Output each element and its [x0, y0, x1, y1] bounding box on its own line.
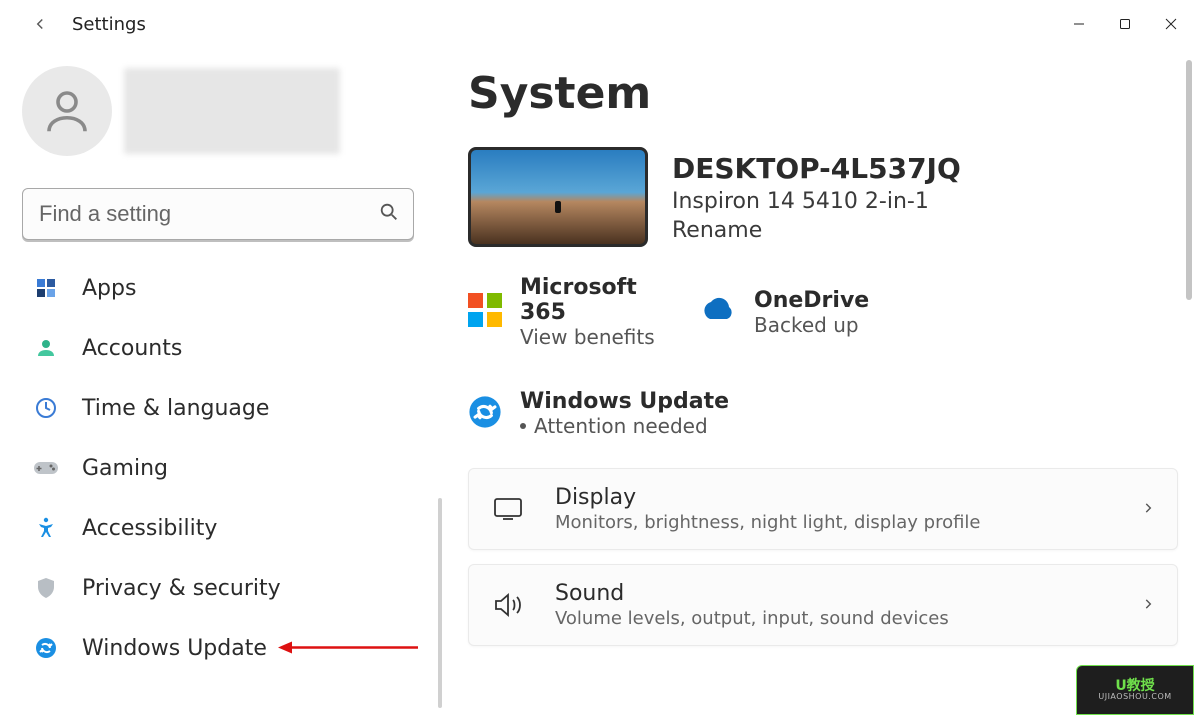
search-icon[interactable] — [378, 201, 400, 227]
sidebar-item-windows-update[interactable]: Windows Update — [22, 618, 432, 678]
sidebar-item-label: Apps — [82, 276, 136, 301]
clock-globe-icon — [32, 394, 60, 422]
sidebar-item-label: Accounts — [82, 336, 182, 361]
person-icon — [40, 84, 94, 138]
sidebar-item-accessibility[interactable]: Accessibility — [22, 498, 432, 558]
search-row — [22, 188, 414, 240]
attention-dot-icon — [520, 423, 526, 429]
rename-link[interactable]: Rename — [672, 218, 961, 243]
tile-onedrive[interactable]: OneDrive Backed up — [698, 275, 918, 349]
nav-list[interactable]: Apps Accounts Time & language Gaming — [22, 258, 442, 715]
tile-title: Microsoft 365 — [520, 275, 688, 325]
close-icon — [1165, 18, 1177, 30]
main-scrollbar[interactable] — [1186, 60, 1192, 300]
avatar — [22, 66, 112, 156]
gamepad-icon — [32, 454, 60, 482]
minimize-icon — [1073, 18, 1085, 30]
minimize-button[interactable] — [1056, 8, 1102, 40]
main-panel: System DESKTOP-4L537JQ Inspiron 14 5410 … — [450, 48, 1194, 715]
device-model: Inspiron 14 5410 2-in-1 — [672, 189, 961, 214]
maximize-button[interactable] — [1102, 8, 1148, 40]
tile-title: OneDrive — [754, 288, 869, 313]
page-title: System — [468, 68, 1178, 119]
chevron-right-icon — [1141, 500, 1155, 519]
settings-card-list: Display Monitors, brightness, night ligh… — [468, 468, 1178, 646]
sidebar: Apps Accounts Time & language Gaming — [0, 48, 450, 715]
tile-subtitle: Backed up — [754, 313, 869, 337]
tile-microsoft-365[interactable]: Microsoft 365 View benefits — [468, 275, 688, 349]
search-input[interactable] — [22, 188, 414, 240]
device-name: DESKTOP-4L537JQ — [672, 152, 961, 185]
sidebar-item-gaming[interactable]: Gaming — [22, 438, 432, 498]
accessibility-icon — [32, 514, 60, 542]
card-display[interactable]: Display Monitors, brightness, night ligh… — [468, 468, 1178, 550]
card-title: Sound — [555, 581, 949, 606]
back-button[interactable] — [20, 4, 60, 44]
tile-subtitle: Attention needed — [520, 414, 729, 438]
device-info: DESKTOP-4L537JQ Inspiron 14 5410 2-in-1 … — [672, 152, 961, 243]
cloud-icon — [698, 297, 736, 327]
device-row: DESKTOP-4L537JQ Inspiron 14 5410 2-in-1 … — [468, 147, 1178, 247]
microsoft-logo-icon — [468, 293, 502, 331]
display-icon — [491, 497, 525, 521]
titlebar: Settings — [0, 0, 1194, 48]
sidebar-scrollbar[interactable] — [438, 498, 442, 708]
update-icon — [32, 634, 60, 662]
accounts-icon — [32, 334, 60, 362]
watermark: U教授 UJIAOSHOU.COM — [1076, 665, 1194, 715]
wallpaper-thumbnail[interactable] — [468, 147, 648, 247]
sidebar-item-apps[interactable]: Apps — [22, 258, 432, 318]
sidebar-item-time-language[interactable]: Time & language — [22, 378, 432, 438]
sidebar-item-label: Privacy & security — [82, 576, 281, 601]
annotation-arrow — [278, 636, 418, 661]
tile-subtitle: View benefits — [520, 325, 688, 349]
close-button[interactable] — [1148, 8, 1194, 40]
update-icon — [468, 395, 502, 433]
card-sound[interactable]: Sound Volume levels, output, input, soun… — [468, 564, 1178, 646]
profile-row[interactable] — [22, 66, 442, 156]
profile-name-redacted — [124, 68, 340, 154]
status-tiles: Microsoft 365 View benefits OneDrive Bac… — [468, 275, 1148, 438]
sidebar-item-privacy-security[interactable]: Privacy & security — [22, 558, 432, 618]
sidebar-item-label: Time & language — [82, 396, 269, 421]
window-title: Settings — [72, 14, 146, 35]
card-subtitle: Monitors, brightness, night light, displ… — [555, 512, 981, 533]
card-title: Display — [555, 485, 981, 510]
chevron-right-icon — [1141, 596, 1155, 615]
tile-title: Windows Update — [520, 389, 729, 414]
window-controls — [1056, 8, 1194, 40]
sidebar-item-label: Gaming — [82, 456, 168, 481]
shield-icon — [32, 574, 60, 602]
apps-icon — [32, 274, 60, 302]
watermark-text: U教授 — [1115, 679, 1154, 693]
maximize-icon — [1119, 18, 1131, 30]
sidebar-item-accounts[interactable]: Accounts — [22, 318, 432, 378]
card-subtitle: Volume levels, output, input, sound devi… — [555, 608, 949, 629]
sidebar-item-label: Accessibility — [82, 516, 217, 541]
sound-icon — [491, 592, 525, 618]
back-arrow-icon — [31, 15, 49, 33]
tile-windows-update[interactable]: Windows Update Attention needed — [468, 389, 768, 438]
watermark-subtext: UJIAOSHOU.COM — [1098, 693, 1171, 701]
sidebar-item-label: Windows Update — [82, 636, 267, 661]
